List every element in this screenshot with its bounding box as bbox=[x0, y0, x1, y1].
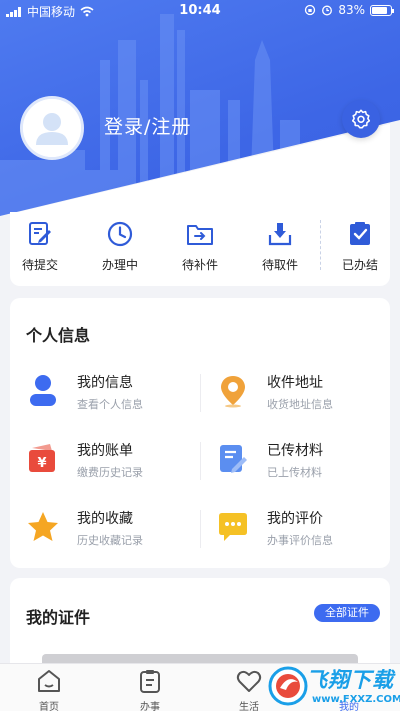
folder-arrow-icon bbox=[187, 225, 213, 245]
clock-icon bbox=[107, 221, 133, 247]
chat-bubble-icon bbox=[219, 513, 247, 541]
item-subtitle: 已上传材料 bbox=[267, 466, 322, 479]
my-info-item[interactable]: 我的信息 查看个人信息 bbox=[26, 370, 206, 420]
tab-label: 办事 bbox=[140, 702, 160, 711]
uploaded-materials-item[interactable]: 已传材料 已上传材料 bbox=[216, 438, 396, 488]
status-pending-supplement[interactable]: 待补件 bbox=[160, 220, 240, 286]
default-avatar-icon bbox=[23, 99, 81, 157]
status-label: 待提交 bbox=[21, 258, 58, 272]
my-bills-item[interactable]: ¥ 我的账单 缴费历史记录 bbox=[26, 438, 206, 488]
all-certificates-button[interactable]: 全部证件 bbox=[314, 604, 380, 622]
order-status-row: 待提交 办理中 待补件 待取件 已办结 bbox=[0, 220, 400, 286]
item-subtitle: 缴费历史记录 bbox=[77, 466, 143, 479]
status-bar: 中国移动 10:44 83% bbox=[0, 0, 400, 22]
watermark-logo bbox=[268, 666, 308, 706]
status-in-progress[interactable]: 办理中 bbox=[80, 220, 160, 286]
status-bar-right: 83% bbox=[304, 3, 394, 17]
doc-edit-icon bbox=[220, 445, 247, 473]
status-completed[interactable]: 已办结 bbox=[320, 220, 400, 286]
clipboard-icon bbox=[140, 670, 160, 693]
status-label: 已办结 bbox=[341, 258, 378, 272]
item-title: 我的收藏 bbox=[77, 511, 133, 527]
section-title: 个人信息 bbox=[26, 326, 91, 345]
watermark-url: www.FXXZ.COM bbox=[312, 694, 400, 705]
shipping-address-item[interactable]: 收件地址 收货地址信息 bbox=[216, 370, 396, 420]
alarm-icon bbox=[322, 5, 333, 16]
tab-services[interactable]: 办事 bbox=[115, 668, 185, 711]
tab-label: 首页 bbox=[39, 702, 59, 711]
grid-divider bbox=[200, 510, 201, 548]
login-register-link[interactable]: 登录/注册 bbox=[104, 112, 191, 139]
my-favorites-item[interactable]: 我的收藏 历史收藏记录 bbox=[26, 506, 206, 556]
battery-icon bbox=[370, 4, 394, 16]
status-label: 待补件 bbox=[181, 258, 218, 272]
item-subtitle: 办事评价信息 bbox=[267, 534, 333, 547]
status-pending-pickup[interactable]: 待取件 bbox=[240, 220, 320, 286]
avatar[interactable] bbox=[20, 96, 84, 160]
settings-button[interactable] bbox=[342, 100, 380, 138]
lock-rotation-icon bbox=[305, 4, 316, 16]
check-clipboard-icon bbox=[350, 222, 370, 245]
item-subtitle: 收货地址信息 bbox=[267, 398, 333, 411]
item-subtitle: 历史收藏记录 bbox=[77, 534, 143, 547]
wallet-icon: ¥ bbox=[29, 444, 55, 472]
star-icon bbox=[28, 512, 58, 541]
item-title: 我的评价 bbox=[267, 511, 323, 527]
grid-divider bbox=[200, 442, 201, 480]
section-title: 我的证件 bbox=[26, 608, 91, 627]
status-divider bbox=[320, 220, 321, 270]
tab-label: 生活 bbox=[239, 702, 259, 711]
home-icon bbox=[38, 670, 60, 692]
item-subtitle: 查看个人信息 bbox=[77, 398, 143, 411]
status-label: 待取件 bbox=[261, 258, 298, 272]
edit-doc-icon bbox=[29, 222, 51, 245]
svg-text:¥: ¥ bbox=[37, 456, 46, 471]
site-watermark: 飞翔下载 www.FXXZ.COM bbox=[262, 660, 400, 711]
battery-percent: 83% bbox=[338, 3, 365, 17]
download-tray-icon bbox=[268, 223, 292, 246]
watermark-text: 飞翔下载 bbox=[306, 668, 394, 692]
status-label: 办理中 bbox=[101, 258, 138, 272]
heart-icon bbox=[236, 670, 262, 692]
item-title: 收件地址 bbox=[267, 375, 323, 391]
location-pin-icon bbox=[221, 376, 245, 408]
personal-info-card: 个人信息 我的信息 查看个人信息 收件地址 收货地址信息 ¥ 我的账单 缴费历史… bbox=[10, 298, 390, 568]
user-icon bbox=[30, 375, 56, 406]
my-reviews-item[interactable]: 我的评价 办事评价信息 bbox=[216, 506, 396, 556]
item-title: 我的账单 bbox=[77, 443, 133, 459]
item-title: 已传材料 bbox=[267, 443, 323, 459]
order-status-bar: 待提交 办理中 待补件 待取件 已办结 bbox=[0, 212, 400, 286]
grid-divider bbox=[200, 374, 201, 412]
gear-icon bbox=[351, 109, 371, 129]
status-pending-submit[interactable]: 待提交 bbox=[0, 220, 80, 286]
tab-home[interactable]: 首页 bbox=[14, 668, 84, 711]
item-title: 我的信息 bbox=[77, 375, 133, 391]
